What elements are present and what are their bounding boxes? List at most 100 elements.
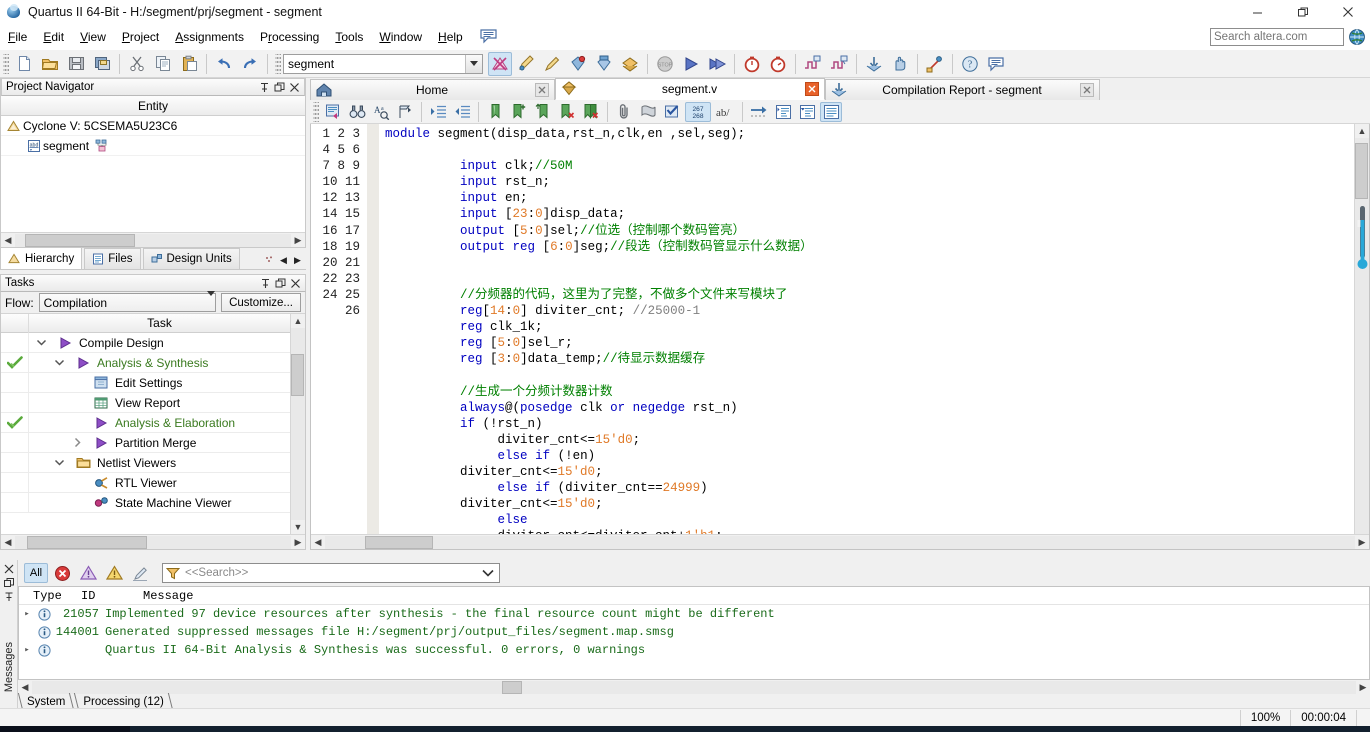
restore-window-icon[interactable] bbox=[274, 277, 286, 289]
flow-combo[interactable]: Compilation bbox=[38, 290, 217, 312]
chevron-down-icon[interactable] bbox=[480, 569, 496, 578]
tab-overflow-icon[interactable] bbox=[263, 252, 276, 269]
comment-scroll-icon[interactable] bbox=[637, 102, 659, 122]
collapse-all-icon[interactable] bbox=[772, 102, 794, 122]
scroll-left-arrow-icon[interactable]: ◀ bbox=[1, 537, 15, 548]
find-replace-icon[interactable]: Aa bbox=[370, 102, 392, 122]
text-view-icon[interactable] bbox=[820, 101, 842, 122]
scroll-right-arrow-icon[interactable]: ▶ bbox=[291, 235, 305, 246]
search-input[interactable] bbox=[1210, 28, 1344, 46]
code-fold-margin[interactable] bbox=[367, 124, 379, 534]
scroll-right-arrow-icon[interactable]: ▶ bbox=[1355, 537, 1369, 548]
revision-combo[interactable]: segment bbox=[283, 53, 483, 74]
menu-window[interactable]: Window bbox=[371, 27, 430, 47]
scroll-down-arrow-icon[interactable]: ▼ bbox=[291, 520, 306, 534]
close-icon[interactable] bbox=[288, 81, 300, 93]
task-row[interactable]: RTL Viewer bbox=[1, 472, 290, 493]
filter-all-button[interactable]: All bbox=[24, 563, 48, 583]
tab-hierarchy[interactable]: Hierarchy bbox=[0, 247, 83, 269]
tree-item-segment[interactable]: abd segment bbox=[1, 136, 305, 156]
start-compilation-button[interactable] bbox=[679, 52, 703, 76]
assignment-editor-button[interactable] bbox=[514, 52, 538, 76]
menu-file[interactable]: File bbox=[0, 27, 35, 47]
bookmark-clear-icon[interactable] bbox=[556, 102, 578, 122]
check-blue-icon[interactable] bbox=[661, 102, 683, 122]
project-navigator-hscrollbar[interactable]: ◀ ▶ bbox=[1, 232, 305, 247]
cut-button[interactable] bbox=[125, 52, 149, 76]
menu-view[interactable]: View bbox=[72, 27, 114, 47]
settings-button[interactable] bbox=[566, 52, 590, 76]
expand-all-icon[interactable] bbox=[796, 102, 818, 122]
filter-info-button[interactable] bbox=[128, 563, 152, 583]
chevron-down-icon[interactable] bbox=[465, 54, 482, 73]
editor-vscrollbar[interactable]: ▲ ▼ bbox=[1354, 124, 1369, 534]
menu-help[interactable]: Help bbox=[430, 27, 471, 47]
task-twisty-down-icon[interactable] bbox=[49, 357, 69, 368]
bookmark-prev-icon[interactable] bbox=[532, 102, 554, 122]
tree-item-device[interactable]: Cyclone V: 5CSEMA5U23C6 bbox=[1, 116, 305, 136]
redo-button[interactable] bbox=[238, 52, 262, 76]
vscroll-track[interactable] bbox=[290, 328, 305, 520]
programmer-button[interactable] bbox=[618, 52, 642, 76]
scroll-right-arrow-icon[interactable]: ▶ bbox=[1356, 682, 1370, 693]
start-compilation-fast-button[interactable] bbox=[705, 52, 729, 76]
task-row[interactable]: State Machine Viewer bbox=[1, 492, 290, 513]
messages-search-box[interactable]: <<Search>> bbox=[162, 563, 500, 583]
project-navigator-tree[interactable]: Cyclone V: 5CSEMA5U23C6 abd segment bbox=[1, 116, 305, 232]
insert-template-icon[interactable] bbox=[322, 102, 344, 122]
paperclip-icon[interactable] bbox=[613, 102, 635, 122]
task-row[interactable]: Compile Design bbox=[1, 333, 290, 353]
task-row[interactable]: Partition Merge bbox=[1, 432, 290, 453]
binoculars-icon[interactable] bbox=[346, 102, 368, 122]
tab-scroll-left-button[interactable]: ◀ bbox=[277, 252, 290, 269]
tab-scroll-right-button[interactable]: ▶ bbox=[291, 252, 304, 269]
toolbar-grip[interactable] bbox=[3, 53, 9, 74]
timing-analyzer-2-button[interactable] bbox=[766, 52, 790, 76]
word-wrap-icon[interactable]: ab/ bbox=[713, 102, 737, 122]
toolbar-grip[interactable] bbox=[275, 53, 281, 74]
new-file-button[interactable] bbox=[12, 52, 36, 76]
scroll-right-arrow-icon[interactable]: ▶ bbox=[291, 537, 305, 548]
tab-design-units[interactable]: Design Units bbox=[142, 248, 240, 269]
menu-processing[interactable]: Processing bbox=[252, 27, 327, 47]
menu-edit[interactable]: Edit bbox=[35, 27, 72, 47]
indent-increase-icon[interactable] bbox=[427, 102, 449, 122]
signaltap-button[interactable] bbox=[801, 52, 825, 76]
chip-planner-button[interactable] bbox=[923, 52, 947, 76]
stop-button[interactable]: STOP bbox=[653, 52, 677, 76]
save-file-button[interactable] bbox=[64, 52, 88, 76]
paste-button[interactable] bbox=[177, 52, 201, 76]
float-panel-button[interactable] bbox=[2, 576, 16, 590]
task-row[interactable]: Analysis & Elaboration bbox=[1, 412, 290, 433]
tab-compilation-report[interactable]: Compilation Report - segment bbox=[825, 79, 1100, 100]
close-panel-button[interactable] bbox=[2, 562, 16, 576]
help-button[interactable]: ? bbox=[958, 52, 982, 76]
arrow-right-dotted-icon[interactable] bbox=[748, 102, 770, 122]
device-button[interactable] bbox=[592, 52, 616, 76]
tab-home[interactable]: Home bbox=[310, 79, 555, 100]
scroll-left-arrow-icon[interactable]: ◀ bbox=[1, 235, 15, 246]
restore-window-icon[interactable] bbox=[273, 81, 285, 93]
toolbar-grip[interactable] bbox=[313, 101, 319, 122]
task-row[interactable]: View Report bbox=[1, 392, 290, 413]
filter-errors-button[interactable] bbox=[50, 563, 74, 583]
maximize-restore-button[interactable] bbox=[1280, 0, 1325, 24]
bookmark-icon[interactable] bbox=[484, 102, 506, 122]
goto-line-icon[interactable] bbox=[394, 102, 416, 122]
close-tab-button[interactable] bbox=[535, 83, 549, 97]
close-tab-button[interactable] bbox=[1080, 83, 1094, 97]
vscroll-track[interactable] bbox=[1354, 138, 1369, 534]
minimize-button[interactable] bbox=[1235, 0, 1280, 24]
indent-decrease-icon[interactable] bbox=[451, 102, 473, 122]
close-button[interactable] bbox=[1325, 0, 1370, 24]
pin-planner-button[interactable] bbox=[540, 52, 564, 76]
bookmark-clear-all-icon[interactable] bbox=[580, 102, 602, 122]
globe-icon[interactable] bbox=[1348, 28, 1366, 46]
scroll-up-arrow-icon[interactable]: ▲ bbox=[1355, 124, 1370, 138]
feedback-button[interactable] bbox=[984, 52, 1008, 76]
menu-tools[interactable]: Tools bbox=[327, 27, 371, 47]
task-row[interactable]: Netlist Viewers bbox=[1, 452, 290, 473]
scroll-up-arrow-icon[interactable]: ▲ bbox=[291, 314, 306, 328]
download-button[interactable] bbox=[862, 52, 886, 76]
menu-assignments[interactable]: Assignments bbox=[167, 27, 252, 47]
